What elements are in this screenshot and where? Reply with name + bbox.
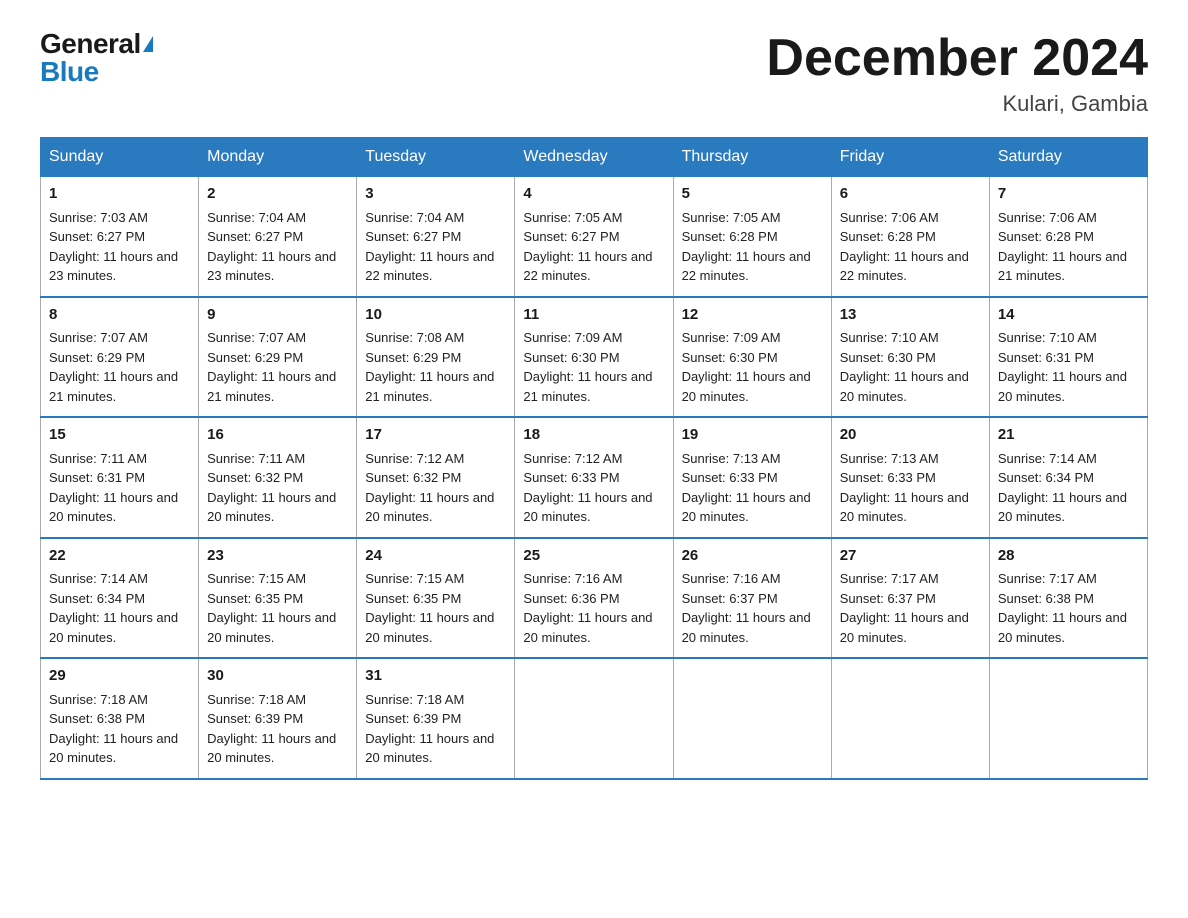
calendar-cell: 1Sunrise: 7:03 AMSunset: 6:27 PMDaylight… xyxy=(41,177,199,297)
logo-triangle-icon xyxy=(143,36,153,52)
day-number: 14 xyxy=(998,304,1139,327)
calendar-cell xyxy=(673,658,831,779)
day-number: 20 xyxy=(840,424,981,447)
calendar-cell: 10Sunrise: 7:08 AMSunset: 6:29 PMDayligh… xyxy=(357,297,515,418)
logo-general-text: General xyxy=(40,30,141,58)
calendar-cell: 27Sunrise: 7:17 AMSunset: 6:37 PMDayligh… xyxy=(831,538,989,659)
calendar-cell: 15Sunrise: 7:11 AMSunset: 6:31 PMDayligh… xyxy=(41,417,199,538)
calendar-cell xyxy=(831,658,989,779)
logo: General Blue xyxy=(40,30,153,86)
calendar-cell: 18Sunrise: 7:12 AMSunset: 6:33 PMDayligh… xyxy=(515,417,673,538)
day-number: 31 xyxy=(365,665,506,688)
calendar-cell: 20Sunrise: 7:13 AMSunset: 6:33 PMDayligh… xyxy=(831,417,989,538)
location-text: Kulari, Gambia xyxy=(766,91,1148,117)
calendar-cell: 12Sunrise: 7:09 AMSunset: 6:30 PMDayligh… xyxy=(673,297,831,418)
calendar-cell: 7Sunrise: 7:06 AMSunset: 6:28 PMDaylight… xyxy=(989,177,1147,297)
calendar-table: SundayMondayTuesdayWednesdayThursdayFrid… xyxy=(40,137,1148,780)
calendar-cell: 16Sunrise: 7:11 AMSunset: 6:32 PMDayligh… xyxy=(199,417,357,538)
day-number: 23 xyxy=(207,545,348,568)
calendar-cell: 19Sunrise: 7:13 AMSunset: 6:33 PMDayligh… xyxy=(673,417,831,538)
day-number: 11 xyxy=(523,304,664,327)
calendar-week-row: 8Sunrise: 7:07 AMSunset: 6:29 PMDaylight… xyxy=(41,297,1148,418)
calendar-cell: 2Sunrise: 7:04 AMSunset: 6:27 PMDaylight… xyxy=(199,177,357,297)
calendar-cell: 28Sunrise: 7:17 AMSunset: 6:38 PMDayligh… xyxy=(989,538,1147,659)
calendar-cell: 14Sunrise: 7:10 AMSunset: 6:31 PMDayligh… xyxy=(989,297,1147,418)
calendar-cell: 8Sunrise: 7:07 AMSunset: 6:29 PMDaylight… xyxy=(41,297,199,418)
day-number: 2 xyxy=(207,183,348,206)
day-number: 26 xyxy=(682,545,823,568)
day-number: 17 xyxy=(365,424,506,447)
day-number: 28 xyxy=(998,545,1139,568)
calendar-cell: 25Sunrise: 7:16 AMSunset: 6:36 PMDayligh… xyxy=(515,538,673,659)
day-number: 10 xyxy=(365,304,506,327)
page-header: General Blue December 2024 Kulari, Gambi… xyxy=(40,30,1148,117)
calendar-cell xyxy=(989,658,1147,779)
calendar-cell: 11Sunrise: 7:09 AMSunset: 6:30 PMDayligh… xyxy=(515,297,673,418)
day-of-week-header: Tuesday xyxy=(357,138,515,177)
day-of-week-header: Sunday xyxy=(41,138,199,177)
day-number: 4 xyxy=(523,183,664,206)
day-number: 29 xyxy=(49,665,190,688)
day-number: 27 xyxy=(840,545,981,568)
logo-blue-text: Blue xyxy=(40,56,99,87)
day-of-week-header: Wednesday xyxy=(515,138,673,177)
calendar-cell: 29Sunrise: 7:18 AMSunset: 6:38 PMDayligh… xyxy=(41,658,199,779)
day-number: 21 xyxy=(998,424,1139,447)
day-number: 5 xyxy=(682,183,823,206)
month-title: December 2024 xyxy=(766,30,1148,87)
day-number: 30 xyxy=(207,665,348,688)
title-area: December 2024 Kulari, Gambia xyxy=(766,30,1148,117)
calendar-header-row: SundayMondayTuesdayWednesdayThursdayFrid… xyxy=(41,138,1148,177)
calendar-cell xyxy=(515,658,673,779)
day-number: 13 xyxy=(840,304,981,327)
day-number: 6 xyxy=(840,183,981,206)
day-number: 9 xyxy=(207,304,348,327)
day-of-week-header: Friday xyxy=(831,138,989,177)
day-number: 25 xyxy=(523,545,664,568)
day-number: 3 xyxy=(365,183,506,206)
day-number: 15 xyxy=(49,424,190,447)
calendar-cell: 6Sunrise: 7:06 AMSunset: 6:28 PMDaylight… xyxy=(831,177,989,297)
calendar-cell: 9Sunrise: 7:07 AMSunset: 6:29 PMDaylight… xyxy=(199,297,357,418)
calendar-cell: 22Sunrise: 7:14 AMSunset: 6:34 PMDayligh… xyxy=(41,538,199,659)
calendar-cell: 5Sunrise: 7:05 AMSunset: 6:28 PMDaylight… xyxy=(673,177,831,297)
day-of-week-header: Thursday xyxy=(673,138,831,177)
day-number: 22 xyxy=(49,545,190,568)
calendar-cell: 23Sunrise: 7:15 AMSunset: 6:35 PMDayligh… xyxy=(199,538,357,659)
calendar-cell: 3Sunrise: 7:04 AMSunset: 6:27 PMDaylight… xyxy=(357,177,515,297)
day-number: 12 xyxy=(682,304,823,327)
calendar-week-row: 22Sunrise: 7:14 AMSunset: 6:34 PMDayligh… xyxy=(41,538,1148,659)
calendar-cell: 31Sunrise: 7:18 AMSunset: 6:39 PMDayligh… xyxy=(357,658,515,779)
day-of-week-header: Saturday xyxy=(989,138,1147,177)
day-number: 24 xyxy=(365,545,506,568)
day-number: 7 xyxy=(998,183,1139,206)
calendar-cell: 21Sunrise: 7:14 AMSunset: 6:34 PMDayligh… xyxy=(989,417,1147,538)
day-number: 19 xyxy=(682,424,823,447)
calendar-week-row: 29Sunrise: 7:18 AMSunset: 6:38 PMDayligh… xyxy=(41,658,1148,779)
day-number: 8 xyxy=(49,304,190,327)
calendar-cell: 4Sunrise: 7:05 AMSunset: 6:27 PMDaylight… xyxy=(515,177,673,297)
calendar-week-row: 15Sunrise: 7:11 AMSunset: 6:31 PMDayligh… xyxy=(41,417,1148,538)
day-number: 18 xyxy=(523,424,664,447)
calendar-cell: 26Sunrise: 7:16 AMSunset: 6:37 PMDayligh… xyxy=(673,538,831,659)
calendar-week-row: 1Sunrise: 7:03 AMSunset: 6:27 PMDaylight… xyxy=(41,177,1148,297)
calendar-cell: 13Sunrise: 7:10 AMSunset: 6:30 PMDayligh… xyxy=(831,297,989,418)
day-of-week-header: Monday xyxy=(199,138,357,177)
calendar-cell: 17Sunrise: 7:12 AMSunset: 6:32 PMDayligh… xyxy=(357,417,515,538)
calendar-cell: 30Sunrise: 7:18 AMSunset: 6:39 PMDayligh… xyxy=(199,658,357,779)
day-number: 16 xyxy=(207,424,348,447)
day-number: 1 xyxy=(49,183,190,206)
calendar-cell: 24Sunrise: 7:15 AMSunset: 6:35 PMDayligh… xyxy=(357,538,515,659)
